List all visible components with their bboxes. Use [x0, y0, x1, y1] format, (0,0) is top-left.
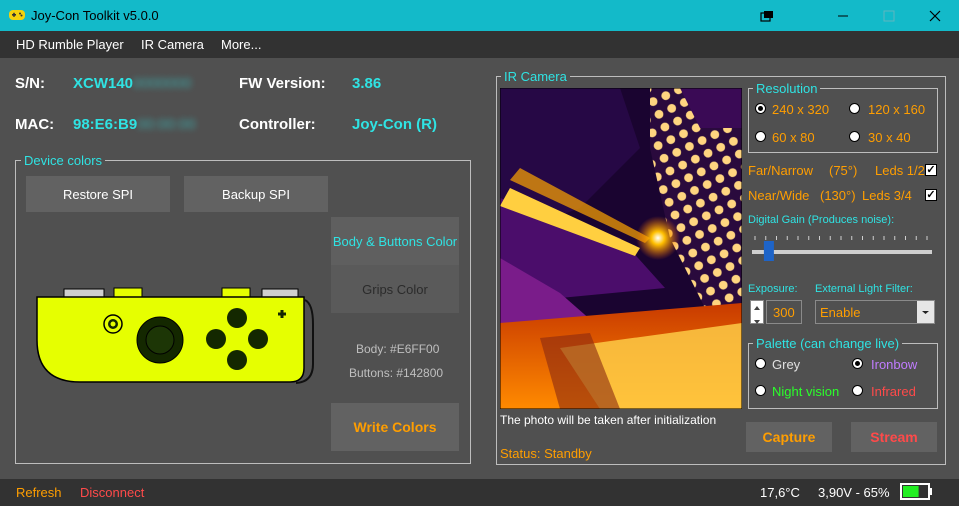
far-narrow-label: Far/Narrow [748, 163, 814, 178]
palette-infrared-radio[interactable] [852, 385, 863, 396]
window-restore-icon [760, 10, 773, 22]
close-icon [929, 10, 941, 21]
dropdown-arrow-button[interactable] [917, 301, 934, 323]
mac-label: MAC: [15, 116, 55, 133]
restore-spi-button[interactable]: Restore SPI [26, 176, 170, 212]
exposure-label: Exposure: [748, 283, 798, 295]
restore-window-button[interactable] [744, 0, 790, 31]
palette-ironbow-label: Ironbow [871, 357, 918, 372]
chevron-down-icon [922, 311, 929, 314]
window-title: Joy-Con Toolkit v5.0.0 [31, 8, 159, 23]
maximize-icon [883, 10, 895, 21]
resolution-240x320-radio[interactable] [755, 103, 766, 114]
slider-thumb[interactable] [763, 241, 774, 261]
near-wide-label: Near/Wide [748, 188, 810, 203]
stepper-down-icon[interactable] [751, 317, 763, 328]
resolution-120x160-label: 120 x 160 [868, 102, 926, 117]
resolution-legend: Resolution [753, 81, 821, 96]
resolution-120x160-radio[interactable] [849, 103, 860, 114]
sn-value: XCW1400000000 [73, 75, 192, 92]
joycon-illustration [36, 287, 314, 384]
face-button-y-icon [206, 329, 226, 349]
palette-infrared-label: Infrared [871, 384, 916, 399]
face-button-a-icon [248, 329, 268, 349]
digital-gain-label: Digital Gain (Produces noise): [748, 214, 895, 226]
palette-night-vision-label: Night vision [772, 384, 840, 399]
device-colors-legend: Device colors [21, 153, 106, 168]
face-button-x-icon [227, 308, 247, 328]
face-button-b-icon [227, 350, 247, 370]
disconnect-link[interactable]: Disconnect [80, 485, 144, 500]
resolution-30x40-label: 30 x 40 [868, 130, 911, 145]
resolution-60x80-radio[interactable] [755, 131, 766, 142]
palette-group [748, 343, 938, 409]
far-narrow-leds: Leds 1/2 [875, 163, 925, 178]
filter-selected-value: Enable [820, 305, 861, 320]
battery-readout: 3,90V - 65% [818, 485, 890, 500]
near-wide-checkbox[interactable]: ✓ [925, 189, 937, 201]
menu-ir-camera[interactable]: IR Camera [141, 37, 204, 52]
body-buttons-color-button[interactable]: Body & Buttons Color [331, 217, 459, 265]
close-button[interactable] [912, 0, 958, 31]
capture-button[interactable]: Capture [746, 422, 832, 452]
resolution-240x320-label: 240 x 320 [772, 102, 830, 117]
mac-value: 98:E6:B900:00:00 [73, 116, 196, 133]
menu-bar: HD Rumble Player IR Camera More... [0, 31, 959, 58]
maximize-button[interactable] [866, 0, 912, 31]
minimize-icon [838, 15, 848, 16]
sn-redacted: 0000000 [133, 75, 192, 92]
battery-icon [900, 483, 932, 500]
palette-night-vision-radio[interactable] [755, 385, 766, 396]
palette-ironbow-radio[interactable] [852, 358, 863, 369]
menu-more[interactable]: More... [221, 37, 261, 52]
buttons-color-text: Buttons: #142800 [349, 366, 444, 380]
exposure-value: 300 [773, 305, 795, 320]
refresh-link[interactable]: Refresh [16, 485, 62, 500]
exposure-input[interactable]: 300 [766, 300, 802, 324]
status-bar: Refresh Disconnect 17,6°C 3,90V - 65% [0, 479, 959, 506]
digital-gain-slider[interactable] [750, 234, 936, 264]
grips-color-button[interactable]: Grips Color [331, 265, 459, 313]
fw-version-label: FW Version: [239, 75, 326, 92]
palette-grey-radio[interactable] [755, 358, 766, 369]
sn-label: S/N: [15, 75, 45, 92]
near-wide-leds: Leds 3/4 [862, 188, 912, 203]
stepper-up-icon[interactable] [751, 302, 763, 313]
body-color-text: Body: #E6FF00 [356, 342, 440, 356]
controller-value: Joy-Con (R) [352, 116, 437, 133]
resolution-60x80-label: 60 x 80 [772, 130, 815, 145]
near-wide-angle: (130°) [820, 188, 856, 203]
palette-grey-label: Grey [772, 357, 801, 372]
title-bar: Joy-Con Toolkit v5.0.0 [0, 0, 959, 31]
mac-redacted: 00:00:00 [137, 116, 196, 133]
resolution-30x40-radio[interactable] [849, 131, 860, 142]
far-narrow-angle: (75°) [829, 163, 858, 178]
external-light-filter-label: External Light Filter: [815, 283, 913, 295]
ir-camera-image [500, 88, 742, 409]
far-narrow-checkbox[interactable]: ✓ [925, 164, 937, 176]
write-colors-button[interactable]: Write Colors [331, 403, 459, 451]
stream-button[interactable]: Stream [851, 422, 937, 452]
backup-spi-button[interactable]: Backup SPI [184, 176, 328, 212]
temperature-readout: 17,6°C [760, 485, 800, 500]
photo-note: The photo will be taken after initializa… [500, 413, 717, 427]
controller-label: Controller: [239, 116, 316, 133]
minimize-button[interactable] [820, 0, 866, 31]
gamepad-icon [9, 10, 25, 20]
exposure-stepper[interactable] [750, 300, 764, 324]
external-light-filter-select[interactable]: Enable [815, 300, 935, 324]
ir-camera-legend: IR Camera [501, 69, 570, 84]
camera-status: Status: Standby [500, 446, 592, 461]
fw-version-value: 3.86 [352, 75, 382, 92]
palette-legend: Palette (can change live) [753, 336, 903, 351]
menu-hd-rumble-player[interactable]: HD Rumble Player [16, 37, 124, 52]
